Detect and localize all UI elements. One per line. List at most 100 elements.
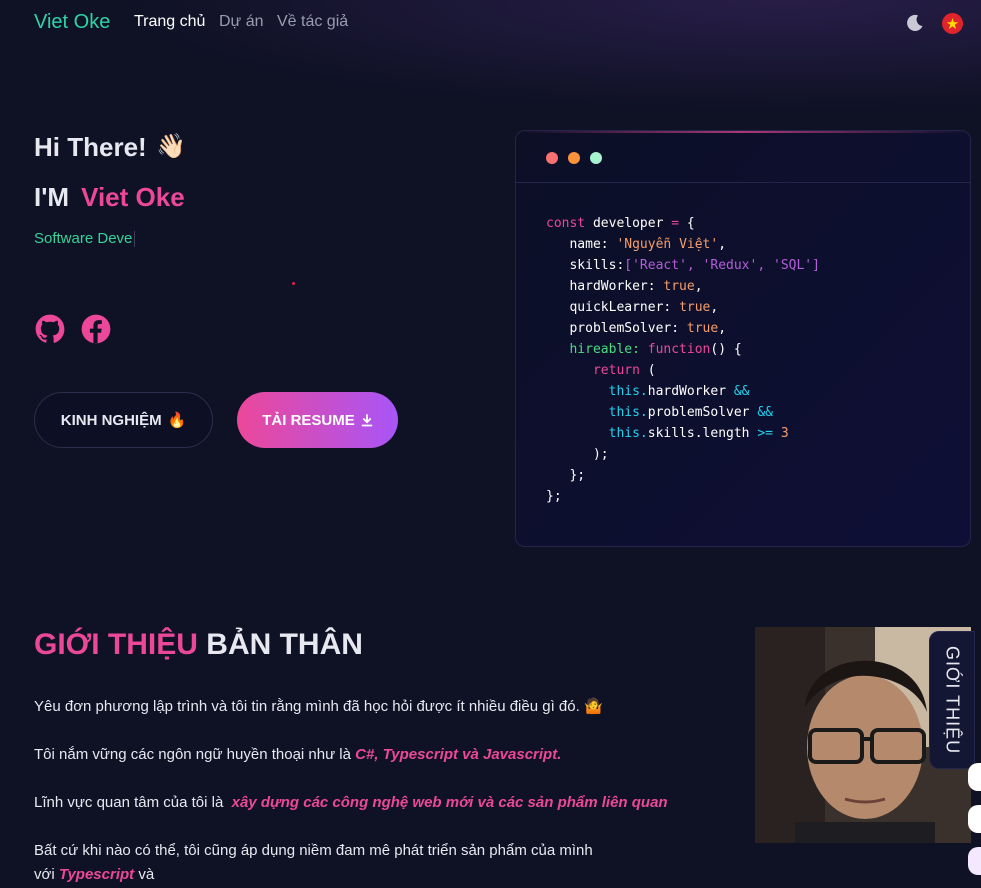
code-token: 'Nguyễn Việt' (616, 237, 719, 252)
code-token: ['React', 'Redux', 'SQL'] (624, 258, 820, 273)
about-paragraph-3: Lĩnh vực quan tâm của tôi là xây dựng cá… (34, 791, 668, 815)
code-token: , (718, 321, 727, 336)
code-token: hireable: (546, 342, 648, 357)
side-floating-icon-2[interactable] (968, 805, 981, 833)
code-token: true (686, 321, 719, 336)
code-token: , (694, 279, 703, 294)
code-line: }; (546, 486, 820, 507)
code-token: && (733, 384, 750, 399)
code-line: skills:['React', 'Redux', 'SQL'] (546, 255, 820, 276)
code-token: , (710, 300, 719, 315)
code-token: name: (546, 237, 617, 252)
code-token: { (686, 216, 695, 231)
code-token: >= (757, 426, 781, 441)
about-side-tab[interactable]: GIỚI THIỆU (929, 631, 975, 769)
typing-cursor (134, 231, 136, 248)
window-dot-red (546, 152, 558, 164)
moon-icon[interactable] (906, 14, 924, 32)
about-p3-highlight: xây dựng các công nghệ web mới và các sả… (231, 794, 668, 811)
code-line: }; (546, 465, 820, 486)
code-line: hireable: function() { (546, 339, 820, 360)
code-line: this.problemSolver && (546, 402, 820, 423)
code-line: const developer = { (546, 213, 820, 234)
code-token: hardWorker (647, 384, 734, 399)
about-paragraph-2: Tôi nắm vững các ngôn ngữ huyền thoại nh… (34, 743, 561, 767)
experience-button-label: KINH NGHIỆM (60, 411, 162, 429)
window-dot-orange (568, 152, 580, 164)
code-line: return ( (546, 360, 820, 381)
code-token: () { (710, 342, 742, 357)
about-paragraph-1: Yêu đơn phương lập trình và tôi tin rằng… (34, 695, 603, 719)
code-line: problemSolver: true, (546, 318, 820, 339)
code-token: 3 (780, 426, 789, 441)
shrug-icon: 🤷 (583, 698, 603, 715)
brand-logo[interactable]: Viet Oke (34, 11, 110, 34)
side-floating-icon-3[interactable] (968, 847, 981, 875)
nav-about-author[interactable]: Về tác giả (277, 13, 348, 31)
code-token: function (647, 342, 711, 357)
github-icon[interactable] (35, 314, 65, 344)
code-line: this.skills.length >= 3 (546, 423, 820, 444)
about-p1-text: Yêu đơn phương lập trình và tôi tin rằng… (34, 698, 580, 715)
download-icon (361, 413, 373, 426)
about-title-highlight: GIỚI THIỆU (34, 628, 198, 661)
code-token: }; (546, 489, 562, 504)
code-token: ( (647, 363, 656, 378)
code-token: true (679, 300, 711, 315)
decorative-dot (292, 282, 295, 285)
hero-name: Viet Oke (81, 182, 185, 212)
download-resume-button[interactable]: TẢI RESUME (237, 392, 398, 448)
code-card: const developer = { name: 'Nguyễn Việt',… (515, 130, 971, 547)
nav-projects[interactable]: Dự án (219, 13, 264, 31)
side-floating-icon-1[interactable] (968, 763, 981, 791)
code-token: developer (592, 216, 672, 231)
experience-button[interactable]: KINH NGHIỆM 🔥 (34, 392, 213, 448)
about-p4-highlight: Typescript (58, 866, 135, 883)
hero-intro: I'M Viet Oke (34, 182, 185, 213)
code-token: this. (546, 426, 648, 441)
code-line: hardWorker: true, (546, 276, 820, 297)
code-line: quickLearner: true, (546, 297, 820, 318)
code-token: problemSolver (647, 405, 758, 420)
vietnam-flag-icon[interactable] (942, 13, 963, 34)
about-p4-suffix: và (138, 866, 155, 883)
code-token: this. (546, 405, 648, 420)
code-token: = (671, 216, 687, 231)
code-token: this. (546, 384, 648, 399)
navbar: Viet Oke Trang chủ Dự án Về tác giả (0, 0, 981, 46)
about-paragraph-4: Bất cứ khi nào có thể, tôi cũng áp dụng … (34, 839, 593, 887)
code-token: hardWorker: (546, 279, 664, 294)
about-p2-prefix: Tôi nắm vững các ngôn ngữ huyền thoại nh… (34, 746, 351, 763)
side-tab-label: GIỚI THIỆU (942, 645, 963, 755)
code-token: }; (546, 468, 586, 483)
code-token: true (663, 279, 695, 294)
about-p2-highlight: C#, Typescript và Javascript. (355, 746, 562, 763)
about-p4-prefix: với (34, 866, 55, 883)
code-line: ); (546, 444, 820, 465)
resume-button-label: TẢI RESUME (262, 411, 355, 429)
hero-typewriter-role: Software Deve (34, 230, 136, 248)
about-p3-prefix: Lĩnh vực quan tâm của tôi là (34, 794, 224, 811)
about-section-title: GIỚI THIỆU BẢN THÂN (34, 628, 363, 662)
fire-icon: 🔥 (167, 412, 187, 429)
role-text: Software Deve (34, 230, 133, 247)
facebook-icon[interactable] (81, 314, 111, 344)
wave-icon: 👋🏻 (156, 133, 186, 160)
code-token: problemSolver: (546, 321, 687, 336)
code-token: const (546, 216, 593, 231)
code-token: quickLearner: (546, 300, 680, 315)
window-dot-green (590, 152, 602, 164)
hero-greeting: Hi There! (34, 132, 147, 162)
code-line: name: 'Nguyễn Việt', (546, 234, 820, 255)
code-token: skills.length (647, 426, 758, 441)
code-snippet: const developer = { name: 'Nguyễn Việt',… (546, 213, 820, 507)
about-p4-line1: Bất cứ khi nào có thể, tôi cũng áp dụng … (34, 842, 593, 859)
about-p4-line2: với Typescript và (34, 863, 593, 887)
about-title-rest: BẢN THÂN (206, 628, 363, 661)
code-token: return (546, 363, 648, 378)
code-token: , (718, 237, 727, 252)
code-card-header (516, 131, 970, 183)
code-line: this.hardWorker && (546, 381, 820, 402)
nav-home[interactable]: Trang chủ (134, 13, 205, 31)
code-token: && (757, 405, 773, 420)
